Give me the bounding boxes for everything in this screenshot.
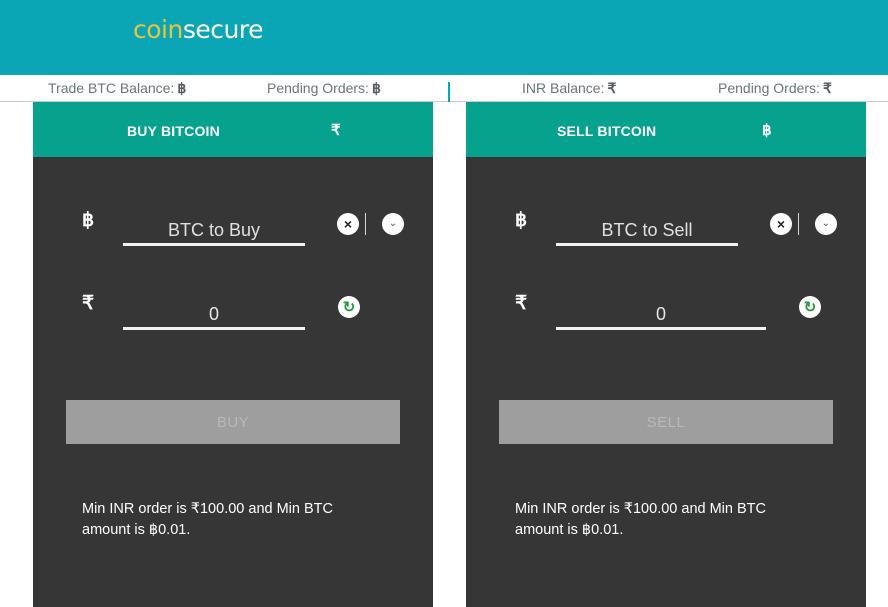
chevron-down-icon: ⌄	[388, 218, 398, 229]
buy-panel-title: BUY BITCOIN	[127, 123, 220, 139]
min-order-note-line2: amount is ฿0.01.	[82, 522, 191, 538]
inr-amount-field	[123, 294, 305, 330]
dropdown-button[interactable]: ⌄	[382, 213, 404, 235]
trade-btc-balance-label: Trade BTC Balance:	[48, 80, 175, 96]
pending-btc-orders: Pending Orders: ฿	[267, 80, 381, 97]
clear-button[interactable]: ×	[337, 213, 359, 235]
min-order-note: Min INR order is ₹100.00 and Min BTC amo…	[82, 499, 362, 541]
refresh-button[interactable]: ↻	[338, 296, 360, 318]
refresh-icon: ↻	[342, 298, 356, 316]
pending-inr-orders-label: Pending Orders:	[718, 80, 820, 96]
min-order-note-line1: Min INR order is ₹100.00 and Min BTC	[82, 501, 333, 517]
bitcoin-icon: ฿	[762, 122, 772, 139]
sell-bitcoin-panel: SELL BITCOIN ฿ ฿ × ⌄ ₹ ↻ SELL Min INR or…	[466, 102, 866, 607]
close-icon: ×	[343, 216, 353, 232]
min-order-note-line2: amount is ฿0.01.	[515, 522, 624, 538]
min-order-note-line1: Min INR order is ₹100.00 and Min BTC	[515, 501, 766, 517]
min-order-note: Min INR order is ₹100.00 and Min BTC amo…	[515, 499, 795, 541]
sell-button[interactable]: SELL	[499, 400, 833, 444]
btc-to-sell-input[interactable]	[556, 210, 738, 243]
btc-to-sell-field	[556, 210, 738, 246]
inr-balance: INR Balance: ₹	[522, 80, 616, 97]
buy-button[interactable]: BUY	[66, 400, 400, 444]
bitcoin-icon: ฿	[515, 210, 528, 231]
top-bar: coinsecure	[0, 0, 888, 75]
chevron-down-icon: ⌄	[821, 218, 831, 229]
inr-amount-input[interactable]	[123, 294, 305, 327]
inr-amount-input[interactable]	[556, 294, 766, 327]
sell-panel-header: SELL BITCOIN ฿	[466, 102, 866, 157]
balance-divider	[448, 82, 450, 102]
refresh-button[interactable]: ↻	[799, 296, 821, 318]
refresh-icon: ↻	[803, 298, 817, 316]
btc-to-buy-input[interactable]	[123, 210, 305, 243]
separator	[798, 213, 799, 235]
bitcoin-symbol-icon: ฿	[371, 80, 381, 96]
rupee-icon: ₹	[515, 293, 528, 314]
buy-bitcoin-panel: BUY BITCOIN ₹ ฿ × ⌄ ₹ ↻ BUY Min INR orde…	[33, 102, 433, 607]
close-icon: ×	[776, 216, 786, 232]
sell-panel-title: SELL BITCOIN	[557, 123, 657, 139]
rupee-symbol-icon: ₹	[607, 80, 617, 96]
pending-btc-orders-label: Pending Orders:	[267, 80, 369, 96]
rupee-icon: ₹	[82, 293, 95, 314]
dropdown-button[interactable]: ⌄	[815, 213, 837, 235]
rupee-symbol-icon: ₹	[822, 80, 832, 96]
bitcoin-icon: ฿	[82, 210, 95, 231]
separator	[365, 213, 366, 235]
rupee-icon: ₹	[331, 122, 341, 139]
pending-inr-orders: Pending Orders: ₹	[718, 80, 832, 97]
balance-bar: Trade BTC Balance: ฿ Pending Orders: ฿ INR…	[0, 75, 888, 102]
coinsecure-logo[interactable]: coinsecure	[133, 15, 263, 44]
inr-amount-field	[556, 294, 766, 330]
inr-balance-label: INR Balance:	[522, 80, 605, 96]
buy-panel-header: BUY BITCOIN ₹	[33, 102, 433, 157]
clear-button[interactable]: ×	[770, 213, 792, 235]
trade-btc-balance: Trade BTC Balance: ฿	[48, 80, 186, 97]
btc-to-buy-field	[123, 210, 305, 246]
bitcoin-symbol-icon: ฿	[177, 80, 187, 96]
